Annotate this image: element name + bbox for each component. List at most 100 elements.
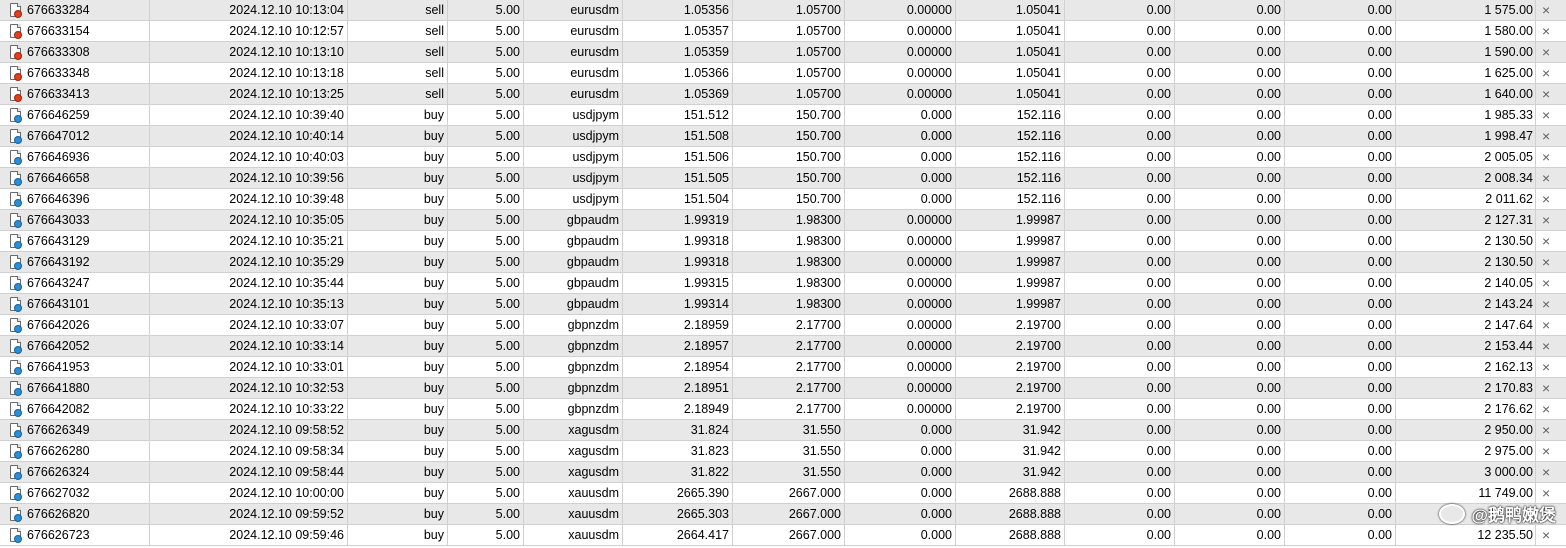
table-row[interactable]: 676633413 2024.12.10 10:13:25 sell 5.00 euru…	[0, 84, 1566, 105]
close-position-icon[interactable]: ×	[1536, 357, 1566, 377]
close-position-icon[interactable]: ×	[1536, 42, 1566, 62]
close-position-icon[interactable]: ×	[1536, 441, 1566, 461]
ticket-cell: 676626820	[0, 504, 150, 524]
close-position-icon[interactable]: ×	[1536, 231, 1566, 251]
close-position-icon[interactable]: ×	[1536, 252, 1566, 272]
close-position-icon[interactable]: ×	[1536, 63, 1566, 83]
type-cell: buy	[348, 231, 448, 251]
current-price-cell: 1.99987	[956, 294, 1065, 314]
close-position-icon[interactable]: ×	[1536, 378, 1566, 398]
ticket-number: 676633308	[27, 44, 90, 59]
table-row[interactable]: 676633284 2024.12.10 10:13:04 sell 5.00 euru…	[0, 0, 1566, 21]
table-row[interactable]: 676642026 2024.12.10 10:33:07 buy 5.00 gbpnz…	[0, 315, 1566, 336]
close-position-icon[interactable]: ×	[1536, 210, 1566, 230]
type-cell: buy	[348, 273, 448, 293]
symbol-cell: gbpaudm	[524, 273, 623, 293]
close-position-icon[interactable]: ×	[1536, 21, 1566, 41]
table-row[interactable]: 676641880 2024.12.10 10:32:53 buy 5.00 gbpnz…	[0, 378, 1566, 399]
volume-cell: 5.00	[448, 252, 524, 272]
type-cell: buy	[348, 105, 448, 125]
close-position-icon[interactable]: ×	[1536, 105, 1566, 125]
close-position-icon[interactable]: ×	[1536, 336, 1566, 356]
table-row[interactable]: 676647012 2024.12.10 10:40:14 buy 5.00 usdjp…	[0, 126, 1566, 147]
ticket-number: 676643033	[27, 212, 90, 227]
take-profit-cell: 0.00000	[845, 294, 956, 314]
stop-loss-cell: 31.550	[733, 441, 845, 461]
volume-cell: 5.00	[448, 126, 524, 146]
table-row[interactable]: 676646259 2024.12.10 10:39:40 buy 5.00 usdjp…	[0, 105, 1566, 126]
table-row[interactable]: 676642082 2024.12.10 10:33:22 buy 5.00 gbpnz…	[0, 399, 1566, 420]
close-position-icon[interactable]: ×	[1536, 126, 1566, 146]
current-price-cell: 2.19700	[956, 399, 1065, 419]
table-row[interactable]: 676646396 2024.12.10 10:39:48 buy 5.00 usdjp…	[0, 189, 1566, 210]
close-position-icon[interactable]: ×	[1536, 525, 1566, 545]
table-row[interactable]: 676641953 2024.12.10 10:33:01 buy 5.00 gbpnz…	[0, 357, 1566, 378]
profit-cell: 2 130.50	[1396, 252, 1536, 272]
swap-cell: 0.00	[1285, 294, 1396, 314]
close-position-icon[interactable]: ×	[1536, 294, 1566, 314]
symbol-cell: gbpaudm	[524, 231, 623, 251]
table-row[interactable]: 676646936 2024.12.10 10:40:03 buy 5.00 usdjp…	[0, 147, 1566, 168]
type-cell: buy	[348, 315, 448, 335]
symbol-cell: xagusdm	[524, 441, 623, 461]
close-position-icon[interactable]: ×	[1536, 399, 1566, 419]
close-position-icon[interactable]: ×	[1536, 147, 1566, 167]
swap-cell: 0.00	[1285, 231, 1396, 251]
close-position-icon[interactable]: ×	[1536, 483, 1566, 503]
commission-cell: 0.00	[1065, 336, 1175, 356]
close-position-icon[interactable]: ×	[1536, 273, 1566, 293]
close-position-icon[interactable]: ×	[1536, 168, 1566, 188]
current-price-cell: 152.116	[956, 147, 1065, 167]
table-row[interactable]: 676626820 2024.12.10 09:59:52 buy 5.00 xauus…	[0, 504, 1566, 525]
close-position-icon[interactable]: ×	[1536, 420, 1566, 440]
table-row[interactable]: 676642052 2024.12.10 10:33:14 buy 5.00 gbpnz…	[0, 336, 1566, 357]
profit-cell: 1 985.33	[1396, 105, 1536, 125]
table-row[interactable]: 676643033 2024.12.10 10:35:05 buy 5.00 gbpau…	[0, 210, 1566, 231]
table-row[interactable]: 676643247 2024.12.10 10:35:44 buy 5.00 gbpau…	[0, 273, 1566, 294]
current-price-cell: 1.05041	[956, 42, 1065, 62]
fee-cell: 0.00	[1175, 168, 1285, 188]
close-position-icon[interactable]: ×	[1536, 315, 1566, 335]
table-row[interactable]: 676626349 2024.12.10 09:58:52 buy 5.00 xagus…	[0, 420, 1566, 441]
table-row[interactable]: 676626723 2024.12.10 09:59:46 buy 5.00 xauus…	[0, 525, 1566, 546]
close-position-icon[interactable]: ×	[1536, 462, 1566, 482]
fee-cell: 0.00	[1175, 189, 1285, 209]
ticket-number: 676626280	[27, 443, 90, 458]
stop-loss-cell: 1.98300	[733, 273, 845, 293]
table-row[interactable]: 676626324 2024.12.10 09:58:44 buy 5.00 xagus…	[0, 462, 1566, 483]
table-row[interactable]: 676633154 2024.12.10 10:12:57 sell 5.00 euru…	[0, 21, 1566, 42]
swap-cell: 0.00	[1285, 210, 1396, 230]
symbol-cell: xauusdm	[524, 504, 623, 524]
current-price-cell: 1.05041	[956, 0, 1065, 20]
type-cell: buy	[348, 336, 448, 356]
table-row[interactable]: 676646658 2024.12.10 10:39:56 buy 5.00 usdjp…	[0, 168, 1566, 189]
close-position-icon[interactable]: ×	[1536, 84, 1566, 104]
table-row[interactable]: 676643129 2024.12.10 10:35:21 buy 5.00 gbpau…	[0, 231, 1566, 252]
current-price-cell: 1.99987	[956, 252, 1065, 272]
stop-loss-cell: 2.17700	[733, 357, 845, 377]
table-row[interactable]: 676633308 2024.12.10 10:13:10 sell 5.00 euru…	[0, 42, 1566, 63]
price-cell: 1.99314	[623, 294, 733, 314]
close-position-icon[interactable]: ×	[1536, 189, 1566, 209]
take-profit-cell: 0.000	[845, 483, 956, 503]
table-row[interactable]: 676643192 2024.12.10 10:35:29 buy 5.00 gbpau…	[0, 252, 1566, 273]
ticket-cell: 676642026	[0, 315, 150, 335]
sell-order-icon	[10, 45, 22, 60]
table-row[interactable]: 676643101 2024.12.10 10:35:13 buy 5.00 gbpau…	[0, 294, 1566, 315]
close-position-icon[interactable]: ×	[1536, 0, 1566, 20]
current-price-cell: 1.99987	[956, 273, 1065, 293]
type-cell: buy	[348, 147, 448, 167]
commission-cell: 0.00	[1065, 84, 1175, 104]
table-row[interactable]: 676627032 2024.12.10 10:00:00 buy 5.00 xauus…	[0, 483, 1566, 504]
take-profit-cell: 0.00000	[845, 210, 956, 230]
table-row[interactable]: 676626280 2024.12.10 09:58:34 buy 5.00 xagus…	[0, 441, 1566, 462]
time-cell: 2024.12.10 10:33:01	[150, 357, 348, 377]
take-profit-cell: 0.00000	[845, 0, 956, 20]
fee-cell: 0.00	[1175, 84, 1285, 104]
volume-cell: 5.00	[448, 462, 524, 482]
take-profit-cell: 0.000	[845, 525, 956, 545]
table-row[interactable]: 676633348 2024.12.10 10:13:18 sell 5.00 euru…	[0, 63, 1566, 84]
time-cell: 2024.12.10 10:12:57	[150, 21, 348, 41]
profit-cell: 2 170.83	[1396, 378, 1536, 398]
price-cell: 1.99315	[623, 273, 733, 293]
